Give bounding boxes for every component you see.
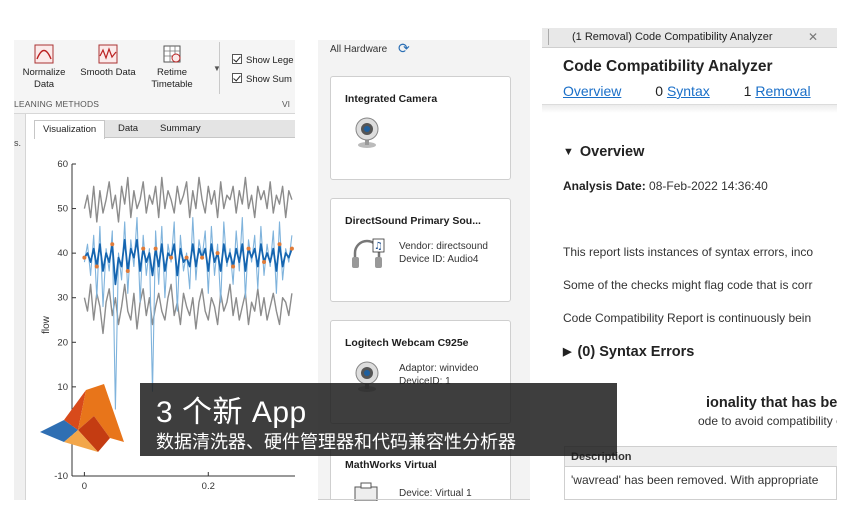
tab-divider [548,29,549,45]
triangle-right-icon: ▶ [563,346,572,358]
outlier-point [125,268,130,273]
y-tick-label: 60 [57,159,68,170]
all-hardware-label: All Hardware [330,44,388,55]
outlier-point [231,264,236,269]
ribbon-group-label: LEANING METHODS [14,99,100,109]
side-panel-strip: s. [14,114,26,500]
outlier-point [82,255,87,260]
syntax-link[interactable]: Syntax [667,83,710,99]
normalize-data-button[interactable]: Normalize Data [20,44,68,100]
timetable-icon [163,45,181,63]
nav-shadow [542,105,837,113]
y-tick-label: 30 [57,293,68,304]
x-tick-label: 0.2 [202,481,215,492]
view-tabs: Visualization Data Summary [34,120,295,139]
card-details: Vendor: directsound Device ID: Audio4 [399,241,488,265]
report-description-line: Code Compatibility Report is continuousl… [563,311,812,325]
outlier-point [141,246,146,251]
table-row[interactable]: 'wavread' has been removed. With appropr… [571,473,818,487]
refresh-icon[interactable]: ⟳ [398,40,410,57]
document-tab[interactable]: (1 Removal) Code Compatibility Analyzer … [542,28,837,48]
report-nav: Overview 0 Syntax 1 Removal [563,83,811,99]
show-legend-checkbox[interactable]: Show Lege [232,54,294,66]
ribbon-separator [219,42,220,94]
overview-section-toggle[interactable]: ▼ Overview [563,144,644,160]
outlier-point [200,255,205,260]
outlier-point [277,242,282,247]
removal-link[interactable]: Removal [755,83,810,99]
ribbon-group-label-view: VI [282,99,291,109]
x-tick-label: 0 [82,481,87,492]
caption-subtitle: 数据清洗器、硬件管理器和代码兼容性分析器 [156,432,516,452]
outlier-point [215,251,220,256]
checkbox-checked-icon [232,73,242,83]
hardware-card-directsound[interactable]: DirectSound Primary Sou... ♫ Vendor: dir… [330,198,511,302]
analysis-date: Analysis Date: 08-Feb-2022 14:36:40 [563,179,768,193]
triangle-down-icon: ▼ [563,146,574,158]
checkbox-checked-icon [232,54,242,64]
outlier-point [184,255,189,260]
upper-bound-line [83,176,293,223]
y-tick-label: 20 [57,337,68,348]
webcam-icon [355,117,379,148]
smoothed-data-line [83,238,293,286]
panel-border [318,499,530,500]
retime-timetable-button[interactable]: Retime Timetable [148,44,196,100]
outlier-point [289,246,294,251]
removed-functionality-subline: ode to avoid compatibility errors. [698,414,837,428]
toolstrip-ribbon: Normalize Data Smooth Data Retime Timeta… [14,40,295,114]
report-description-line: This report lists instances of syntax er… [563,245,814,259]
normalize-icon [34,44,54,64]
tab-visualization[interactable]: Visualization [34,120,106,139]
y-tick-label: 40 [57,248,68,259]
close-icon[interactable]: ✕ [808,30,818,44]
removal-count: 1 [743,83,752,99]
matlab-logo-icon [40,384,124,452]
overview-link[interactable]: Overview [563,83,621,99]
svg-text:♫: ♫ [374,241,383,252]
outlier-point [94,264,99,269]
syntax-errors-section-toggle[interactable]: ▶ (0) Syntax Errors [563,344,694,360]
y-axis-label: flow [41,315,52,334]
device-icon [354,482,378,501]
show-summary-checkbox[interactable]: Show Sum [232,73,292,85]
report-description-line: Some of the checks might flag code that … [563,278,813,292]
y-tick-label: -10 [54,471,68,482]
page-title: Code Compatibility Analyzer [563,58,773,75]
syntax-count: 0 [655,83,664,99]
tab-summary[interactable]: Summary [152,120,209,138]
caption-banner: 3 个新 App 数据清洗器、硬件管理器和代码兼容性分析器 [140,383,617,456]
y-tick-label: 50 [57,204,68,215]
outlier-point [153,246,158,251]
caption-title: 3 个新 App [156,396,307,429]
lower-bound-line [83,283,293,335]
removed-functionality-heading: ionality that has been rem [706,395,837,411]
tab-data[interactable]: Data [110,120,146,138]
outlier-point [246,246,251,251]
outlier-point [262,260,267,265]
smooth-icon [98,44,118,64]
hardware-card-integrated-camera[interactable]: Integrated Camera [330,76,511,180]
outlier-point [169,255,174,260]
outlier-point [110,242,115,247]
smooth-data-button[interactable]: Smooth Data [76,44,140,100]
headphones-icon: ♫ [352,238,385,268]
